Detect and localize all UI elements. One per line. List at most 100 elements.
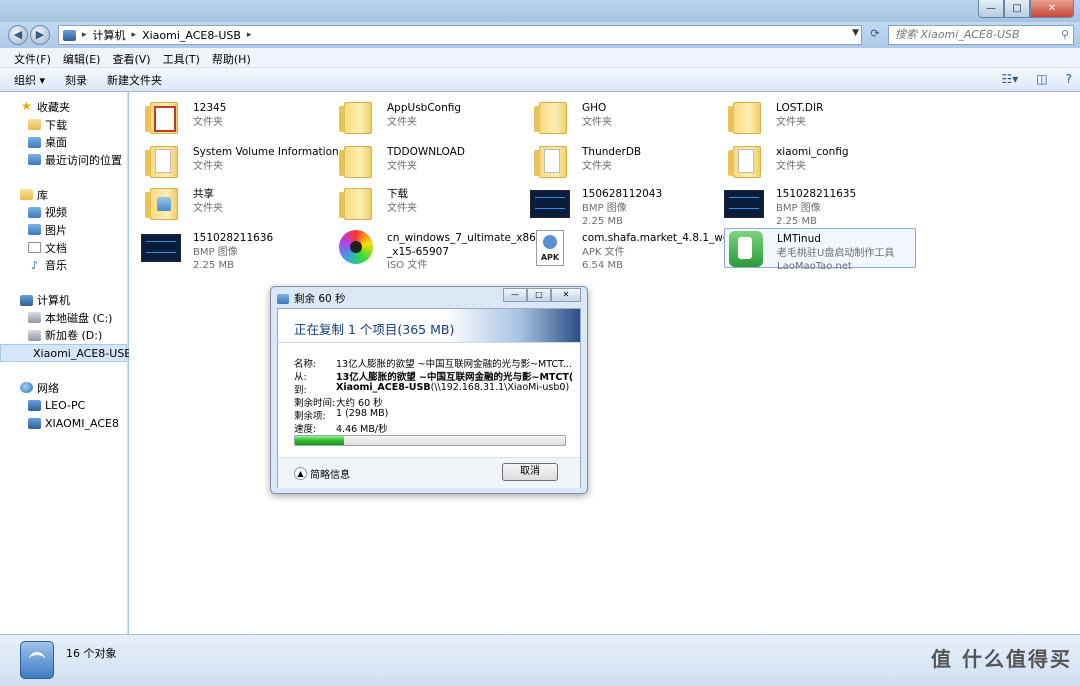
file-size: 2.25 MB [582, 216, 623, 227]
menu-help[interactable]: 帮助(H) [206, 48, 257, 67]
address-dropdown-icon[interactable]: ▼ [852, 28, 859, 38]
file-name: AppUsbConfig [387, 102, 462, 114]
star-icon: ★ [21, 99, 32, 114]
file-item[interactable]: cn_windows_7_ultimate_x86_dvd _x15-65907 I… [335, 228, 561, 271]
close-button[interactable]: ✕ [1030, 0, 1074, 18]
sidebar-item-9[interactable]: ♪ 音乐 [0, 257, 127, 275]
folder-icon [724, 98, 764, 138]
detail-row-items: 剩余项: 1 (298 MB) [294, 408, 389, 422]
file-item[interactable]: 151028211636 BMP 图像 2.25 MB [141, 228, 333, 271]
file-name: LMTinud [777, 233, 821, 245]
destination-link[interactable]: Xiaomi_ACE8-USB [336, 382, 431, 396]
sidebar-item-0[interactable]: ★ 收藏夹 [0, 98, 127, 116]
sidebar-item-1[interactable]: 下载 [0, 116, 127, 134]
drive-icon [28, 329, 41, 341]
preview-pane-icon[interactable]: ◫ [1036, 72, 1047, 86]
file-item[interactable]: LMTinud 老毛桃驻U盘启动制作工具 LaoMaoTao.net [724, 228, 916, 272]
file-type: BMP 图像 [582, 202, 627, 214]
sidebar-item-12[interactable]: 本地磁盘 (C:) [0, 309, 127, 327]
refresh-button[interactable]: ⟳ [866, 27, 884, 43]
search-placeholder: 搜索 Xiaomi_ACE8-USB [895, 28, 1020, 41]
sidebar-item-label: 收藏夹 [37, 100, 70, 114]
folder-doc-icon [530, 142, 570, 182]
dialog-close-button[interactable]: ✕ [551, 288, 581, 302]
sidebar-item-17[interactable]: LEO-PC [0, 397, 127, 415]
sidebar-item-5[interactable]: 库 [0, 186, 127, 204]
cancel-button[interactable]: 取消 [502, 463, 558, 481]
computer-icon [63, 29, 76, 41]
file-type: 文件夹 [387, 160, 417, 172]
view-options-icon[interactable]: ☷▾ [1002, 72, 1019, 86]
file-name: 151028211636 [193, 232, 274, 244]
bmp-icon [530, 184, 570, 224]
sidebar-item-2[interactable]: 桌面 [0, 133, 127, 151]
source-link[interactable]: 13亿人膨胀的欲望 ~中国互联网金融的光与影~MTCT( [336, 369, 573, 383]
new-folder-button[interactable]: 新建文件夹 [107, 72, 162, 88]
sidebar-item-13[interactable]: 新加卷 (D:) [0, 327, 127, 345]
organize-button[interactable]: 组织 ▾ [14, 72, 45, 88]
sidebar-item-3[interactable]: 最近访问的位置 [0, 151, 127, 169]
detail-row-speed: 速度: 4.46 MB/秒 [294, 424, 388, 435]
file-item[interactable]: APK com.shafa.market_4.8.1_webapp APK 文件 6.… [530, 228, 756, 271]
sidebar-item-7[interactable]: 图片 [0, 221, 127, 239]
sidebar-item-6[interactable]: 视频 [0, 203, 127, 221]
detail-row-time: 剩余时间: 大约 60 秒 [294, 398, 383, 409]
file-item[interactable]: 12345 文件夹 [141, 98, 333, 138]
burn-button[interactable]: 刻录 [65, 72, 87, 88]
breadcrumb-device[interactable]: Xiaomi_ACE8-USB [142, 29, 241, 42]
sidebar-item-16[interactable]: 网络 [0, 379, 127, 397]
back-button[interactable]: ◀ [8, 25, 28, 45]
sidebar-item-14[interactable]: Xiaomi_ACE8-USB [0, 344, 132, 362]
file-item[interactable]: TDDOWNLOAD 文件夹 [335, 142, 527, 182]
fewer-details-toggle[interactable]: ▲ 简略信息 [294, 466, 350, 481]
minimize-button[interactable]: — [978, 0, 1004, 18]
blue-icon [28, 206, 41, 218]
breadcrumb-computer[interactable]: 计算机 [93, 27, 126, 43]
sidebar-item-label: 下载 [45, 118, 67, 132]
file-size: 2.25 MB [776, 216, 817, 227]
file-item[interactable]: LOST.DIR 文件夹 [724, 98, 916, 138]
music-icon: ♪ [30, 258, 39, 272]
file-item[interactable]: 150628112043 BMP 图像 2.25 MB [530, 184, 722, 227]
file-item[interactable]: xiaomi_config 文件夹 [724, 142, 916, 182]
search-icon[interactable]: ⚲ [1061, 26, 1069, 44]
file-item[interactable]: AppUsbConfig 文件夹 [335, 98, 527, 138]
sidebar-item-label: 本地磁盘 (C:) [45, 311, 113, 325]
breadcrumb-sep-icon: ▸ [131, 30, 137, 40]
search-input[interactable]: 搜索 Xiaomi_ACE8-USB ⚲ [888, 25, 1074, 45]
sidebar-item-11[interactable]: 计算机 [0, 291, 127, 309]
sidebar-item-8[interactable]: 文档 [0, 239, 127, 257]
file-type: BMP 图像 [776, 202, 821, 214]
menu-tools[interactable]: 工具(T) [157, 48, 206, 67]
file-item[interactable]: 下载 文件夹 [335, 184, 527, 224]
file-type: 老毛桃驻U盘启动制作工具 [777, 247, 895, 259]
bmp-icon [141, 228, 181, 268]
menu-edit[interactable]: 编辑(E) [57, 48, 107, 67]
progress-fill [295, 436, 344, 445]
dialog-minimize-button[interactable]: — [503, 288, 527, 302]
sidebar-item-label: 最近访问的位置 [45, 153, 122, 167]
file-item[interactable]: System Volume Information 文件夹 [141, 142, 339, 182]
menu-file[interactable]: 文件(F) [8, 48, 57, 67]
sidebar-item-label: 视频 [45, 206, 67, 220]
blue-icon [28, 224, 41, 236]
pc-icon [28, 399, 41, 411]
file-item[interactable]: 151028211635 BMP 图像 2.25 MB [724, 184, 916, 227]
sidebar-item-label: LEO-PC [45, 398, 86, 412]
navigation-pane: ★ 收藏夹下载 桌面最近访问的位置库视频 图片 文档 ♪ 音乐计算机本地磁盘 (C:) 新加卷… [0, 92, 132, 634]
menu-view[interactable]: 查看(V) [106, 48, 156, 67]
file-item[interactable]: ThunderDB 文件夹 [530, 142, 722, 182]
menu-bar: 文件(F) 编辑(E) 查看(V) 工具(T) 帮助(H) [0, 48, 1080, 68]
address-row: ◀ ▶ ▸ 计算机 ▸ Xiaomi_ACE8-USB ▸ ▼ ⟳ 搜索 Xia… [0, 22, 1080, 48]
file-name: 150628112043 [582, 188, 663, 200]
file-type: 文件夹 [193, 160, 223, 172]
forward-button[interactable]: ▶ [30, 25, 50, 45]
file-type: 文件夹 [582, 160, 612, 172]
maximize-button[interactable]: □ [1004, 0, 1030, 18]
file-item[interactable]: 共享 文件夹 [141, 184, 333, 224]
address-bar[interactable]: ▸ 计算机 ▸ Xiaomi_ACE8-USB ▸ ▼ [58, 25, 862, 45]
help-icon[interactable]: ? [1066, 72, 1072, 86]
fewer-details-label: 简略信息 [310, 470, 350, 481]
sidebar-item-18[interactable]: XIAOMI_ACE8 [0, 414, 127, 432]
file-item[interactable]: GHO 文件夹 [530, 98, 722, 138]
